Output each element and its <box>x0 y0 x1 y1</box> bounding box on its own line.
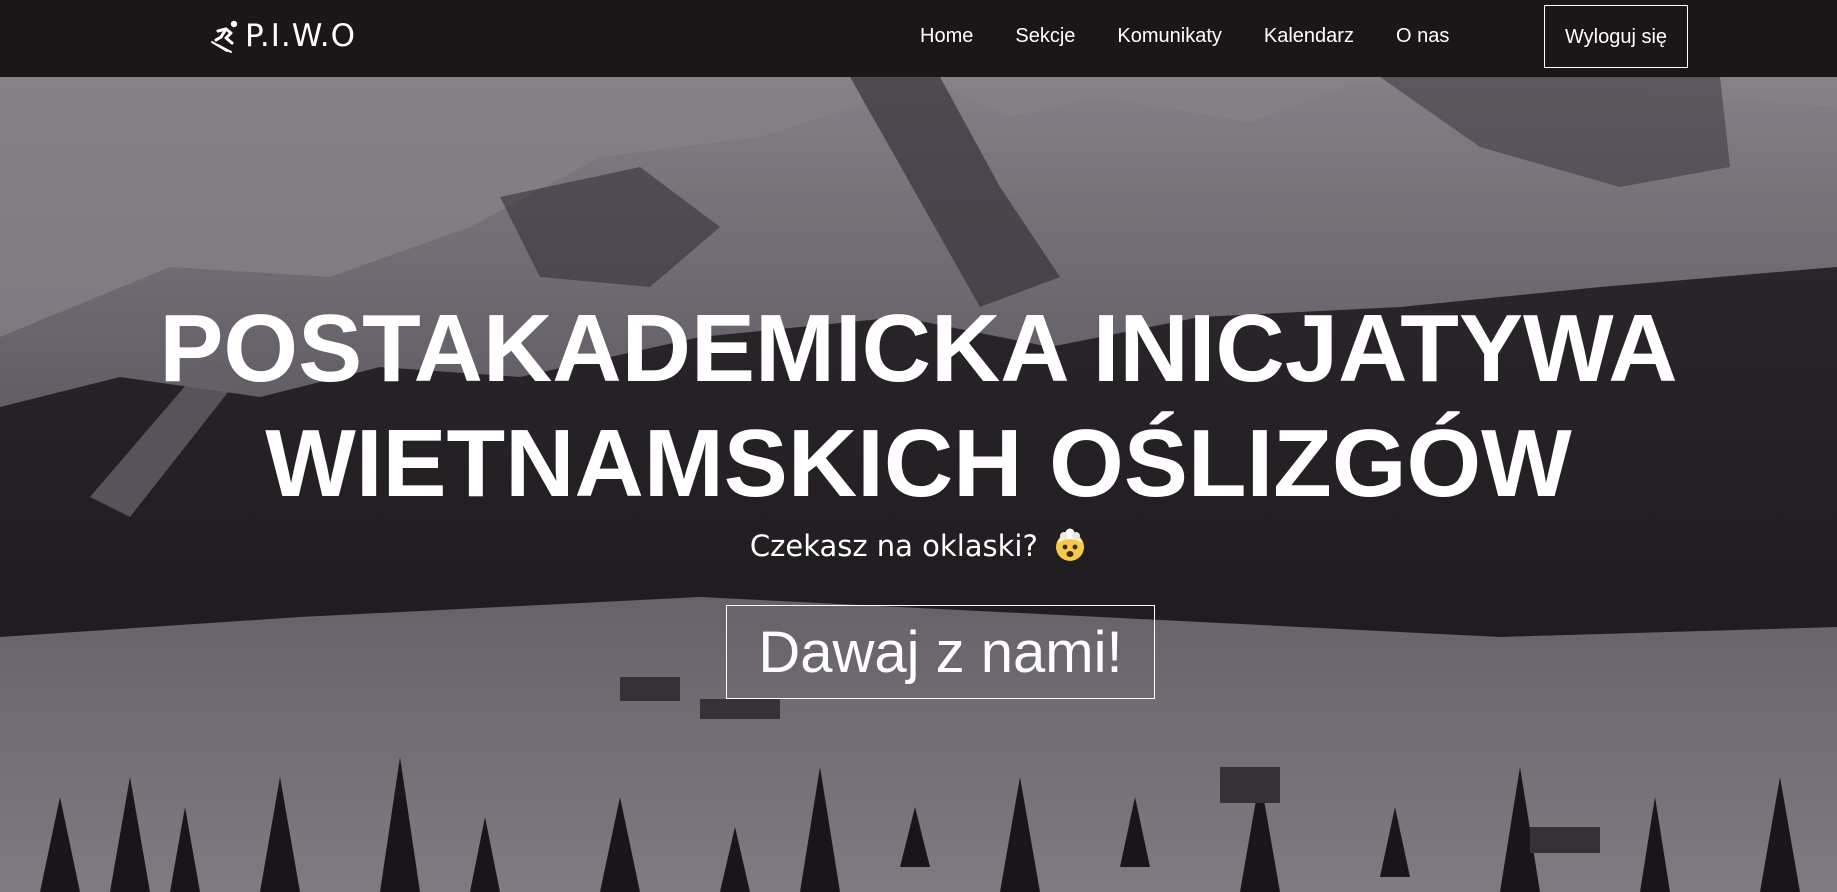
navbar: P.I.W.O Home Sekcje Komunikaty Kalendarz… <box>0 0 1837 77</box>
hero-section: POSTAKADEMICKA INICJATYWA WIETNAMSKICH O… <box>0 77 1837 892</box>
main-nav: Home Sekcje Komunikaty Kalendarz O nas <box>920 0 1491 73</box>
skier-icon <box>211 20 238 53</box>
nav-link-komunikaty[interactable]: Komunikaty <box>1117 25 1222 48</box>
hero-subtitle: Czekasz na oklaski? <box>0 526 1837 566</box>
brand-logo-link[interactable]: P.I.W.O <box>209 16 356 56</box>
nav-link-sekcje[interactable]: Sekcje <box>1015 25 1075 48</box>
hero-subtitle-text: Czekasz na oklaski? <box>749 529 1038 563</box>
hero-title: POSTAKADEMICKA INICJATYWA WIETNAMSKICH O… <box>0 291 1837 521</box>
logout-button[interactable]: Wyloguj się <box>1544 5 1688 68</box>
brand-name: P.I.W.O <box>245 17 357 54</box>
hero-title-line-2: WIETNAMSKICH OŚLIZGÓW <box>265 410 1572 517</box>
nav-link-kalendarz[interactable]: Kalendarz <box>1264 25 1354 48</box>
hero-title-line-1: POSTAKADEMICKA INICJATYWA <box>159 295 1678 402</box>
nav-link-home[interactable]: Home <box>920 25 973 48</box>
exploding-head-emoji-icon <box>1056 528 1085 561</box>
nav-link-o-nas[interactable]: O nas <box>1396 25 1449 48</box>
join-us-button[interactable]: Dawaj z nami! <box>726 605 1155 699</box>
